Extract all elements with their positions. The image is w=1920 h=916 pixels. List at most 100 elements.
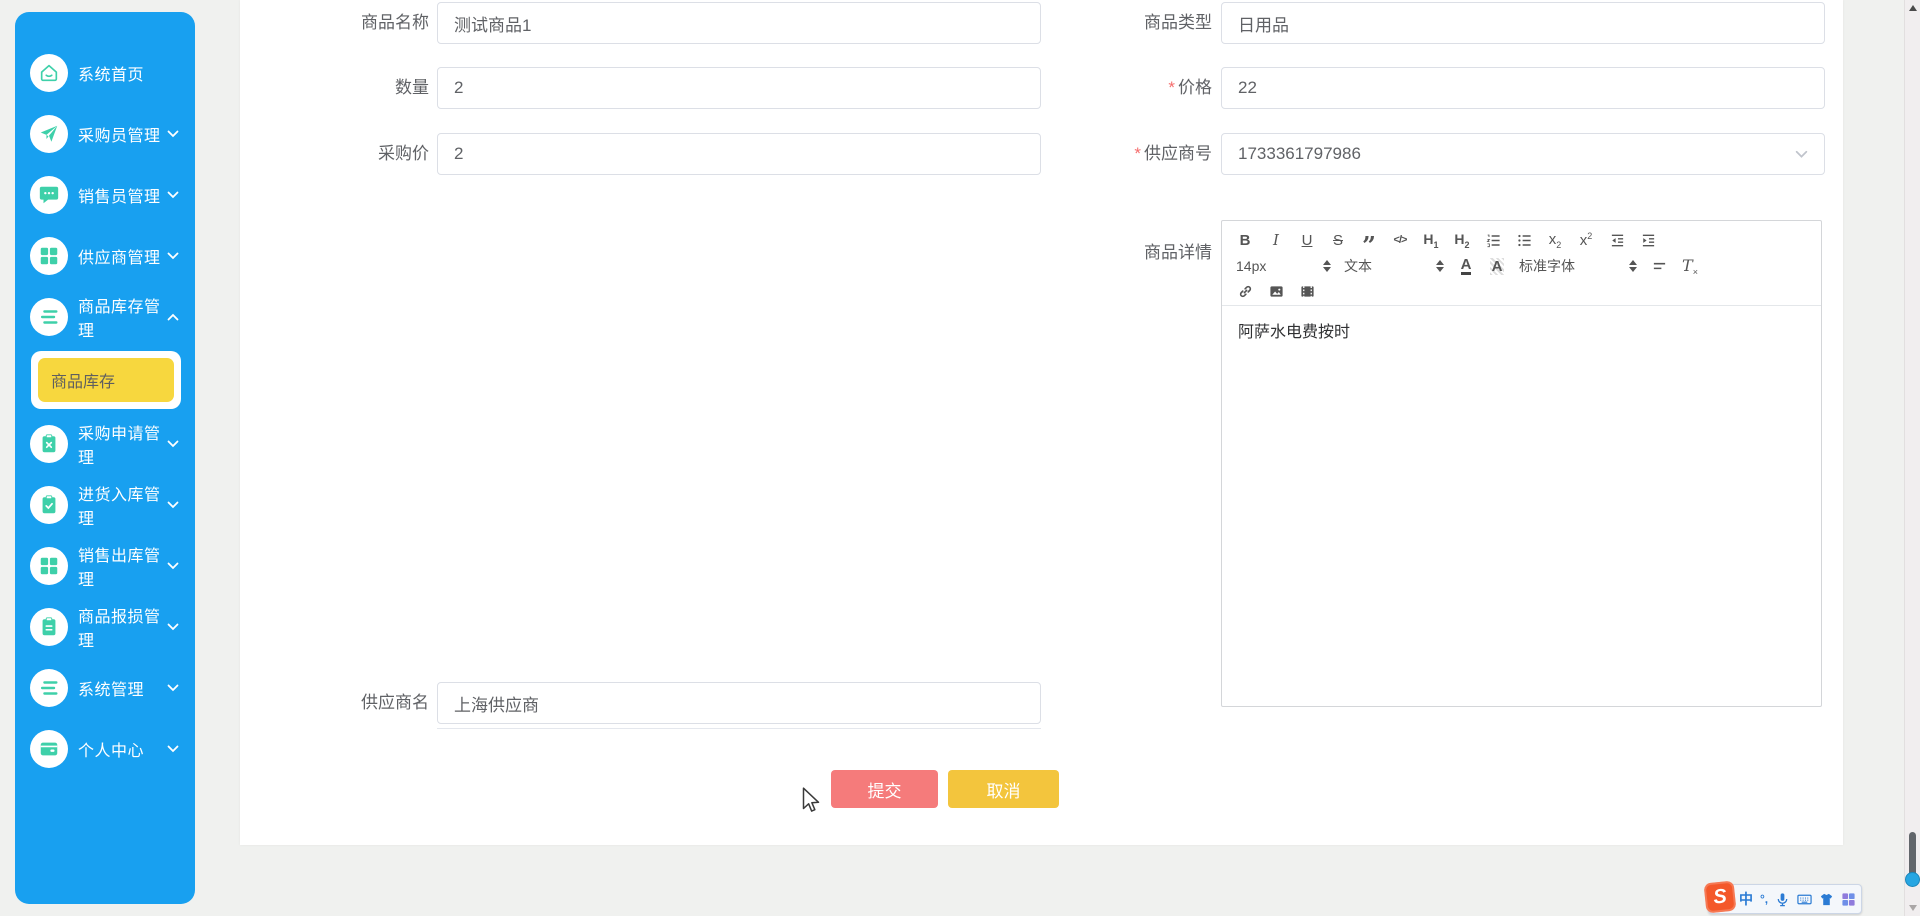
highlight-color-button[interactable]: A	[1488, 256, 1506, 276]
paragraph-format-select[interactable]: 文本	[1344, 256, 1444, 276]
font-family-select[interactable]: 标准字体	[1519, 256, 1637, 276]
chat-icon	[30, 175, 68, 214]
strikethrough-button[interactable]: S	[1329, 230, 1347, 250]
sidebar-item-damage[interactable]: 商品报损管理	[15, 596, 195, 657]
paper-plane-icon	[30, 114, 68, 153]
product-form-panel: 商品名称 商品类型 数量 *价格 采购价 *供应商号 1733361797986…	[240, 0, 1843, 845]
sidebar-item-label: 商品报损管理	[78, 608, 161, 650]
subscript-button[interactable]: x2	[1546, 230, 1564, 250]
quantity-input[interactable]	[437, 67, 1041, 109]
h1-button[interactable]: H1	[1422, 230, 1440, 250]
chevron-down-icon	[1795, 144, 1808, 164]
stepper-icon	[1436, 260, 1444, 272]
wallet-icon	[30, 729, 68, 768]
editor-toolbar-row1: B I U S ” </> H1 H2 x2 x2	[1236, 227, 1807, 258]
underline-button[interactable]: U	[1298, 230, 1316, 250]
sidebar-item-label: 销售员管理	[78, 188, 161, 206]
video-button[interactable]	[1298, 281, 1316, 301]
supplier-no-select[interactable]: 1733361797986	[1221, 133, 1825, 175]
editor-toolbar-row3	[1236, 279, 1807, 303]
required-asterisk: *	[1134, 144, 1141, 163]
supplier-name-label: 供应商名	[361, 693, 429, 712]
purchase-price-input[interactable]	[437, 133, 1041, 175]
product-type-label: 商品类型	[1144, 13, 1212, 32]
link-button[interactable]	[1236, 281, 1254, 301]
outdent-button[interactable]	[1608, 230, 1626, 250]
chevron-down-icon	[167, 501, 179, 509]
sidebar-item-label: 系统首页	[78, 66, 145, 84]
keyboard-icon[interactable]	[1797, 891, 1812, 907]
supplier-name-input[interactable]	[437, 682, 1041, 724]
ordered-list-button[interactable]	[1484, 230, 1502, 250]
italic-button[interactable]: I	[1267, 230, 1285, 250]
divider	[437, 728, 1041, 729]
quote-button[interactable]: ”	[1360, 230, 1378, 258]
quantity-label: 数量	[395, 78, 429, 97]
chevron-down-icon	[167, 191, 179, 199]
product-type-input[interactable]	[1221, 2, 1825, 44]
sidebar-item-stock-in[interactable]: 进货入库管理	[15, 474, 195, 535]
list-icon	[30, 668, 68, 707]
scrollbar-ball[interactable]	[1905, 872, 1920, 887]
sidebar-item-system[interactable]: 系统管理	[15, 657, 195, 718]
chevron-down-icon	[167, 684, 179, 692]
ime-toolbar: S 中 °,	[1703, 880, 1862, 914]
sidebar-item-label: 销售出库管理	[78, 547, 161, 589]
sidebar-item-purchase-request[interactable]: 采购申请管理	[15, 413, 195, 474]
align-button[interactable]	[1650, 256, 1668, 276]
sogou-logo-icon[interactable]: S	[1703, 880, 1737, 914]
cancel-button[interactable]: 取消	[948, 770, 1059, 808]
chevron-down-icon	[167, 440, 179, 448]
editor-toolbar: B I U S ” </> H1 H2 x2 x2 14px 文本 A A 标准字体	[1222, 221, 1821, 306]
scrollbar-track[interactable]	[1904, 0, 1920, 916]
rich-text-editor: B I U S ” </> H1 H2 x2 x2 14px 文本 A A 标准字体	[1221, 220, 1822, 707]
superscript-button[interactable]: x2	[1577, 230, 1595, 250]
product-name-label: 商品名称	[361, 13, 429, 32]
scroll-up-button[interactable]	[1909, 5, 1917, 11]
sidebar-item-profile[interactable]: 个人中心	[15, 718, 195, 779]
unordered-list-button[interactable]	[1515, 230, 1533, 250]
clipboard-x-icon	[30, 424, 68, 463]
sidebar-item-label: 个人中心	[78, 742, 145, 760]
sidebar: 系统首页采购员管理销售员管理供应商管理商品库存管理商品库存采购申请管理 进货入库管…	[15, 12, 195, 904]
sidebar-item-supplier[interactable]: 供应商管理	[15, 225, 195, 286]
sidebar-item-label: 采购申请管理	[78, 425, 161, 467]
purchase-price-label: 采购价	[378, 144, 429, 163]
skin-icon[interactable]	[1819, 891, 1834, 907]
toolbox-icon[interactable]	[1841, 891, 1856, 907]
price-label: * 价格	[1168, 78, 1212, 97]
sidebar-menu: 系统首页采购员管理销售员管理供应商管理商品库存管理商品库存采购申请管理 进货入库管…	[15, 12, 195, 779]
text-color-button[interactable]: A	[1457, 256, 1475, 276]
editor-toolbar-row2: 14px 文本 A A 标准字体 T×	[1236, 253, 1807, 279]
sidebar-item-label: 供应商管理	[78, 249, 161, 267]
sidebar-item-stock-out[interactable]: 销售出库管理	[15, 535, 195, 596]
clipboard-check-icon	[30, 485, 68, 524]
font-size-select[interactable]: 14px	[1236, 258, 1331, 274]
bold-button[interactable]: B	[1236, 230, 1254, 250]
sidebar-item-inventory[interactable]: 商品库存管理	[15, 286, 195, 347]
chevron-down-icon	[167, 252, 179, 260]
product-name-input[interactable]	[437, 2, 1041, 44]
punctuation-icon[interactable]: °,	[1760, 891, 1768, 907]
sidebar-item-purchaser[interactable]: 采购员管理	[15, 103, 195, 164]
sidebar-subitem-inventory-list-active[interactable]: 商品库存	[38, 358, 174, 402]
price-input[interactable]	[1221, 67, 1825, 109]
chinese-mode-icon[interactable]: 中	[1739, 891, 1753, 907]
sidebar-item-label: 进货入库管理	[78, 486, 161, 528]
chevron-down-icon	[167, 130, 179, 138]
sidebar-item-salesperson[interactable]: 销售员管理	[15, 164, 195, 225]
code-button[interactable]: </>	[1391, 230, 1409, 250]
image-button[interactable]	[1267, 281, 1285, 301]
clear-format-button[interactable]: T×	[1681, 256, 1699, 277]
editor-content[interactable]: 阿萨水电费按时	[1222, 306, 1821, 354]
product-detail-label: 商品详情	[1144, 243, 1212, 262]
h2-button[interactable]: H2	[1453, 230, 1471, 250]
chevron-down-icon	[167, 623, 179, 631]
sidebar-item-home[interactable]: 系统首页	[15, 42, 195, 103]
submit-button[interactable]: 提交	[831, 770, 938, 808]
stepper-icon	[1629, 260, 1637, 272]
indent-button[interactable]	[1639, 230, 1657, 250]
microphone-icon[interactable]	[1775, 891, 1790, 907]
scroll-down-button[interactable]	[1909, 905, 1917, 911]
chevron-down-icon	[167, 562, 179, 570]
